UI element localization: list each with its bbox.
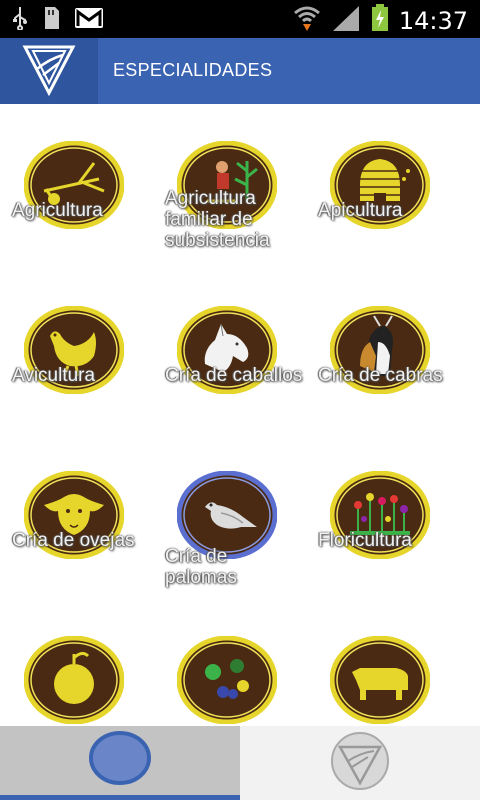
- battery-charging-icon: [371, 4, 389, 37]
- sd-card-icon: [42, 6, 60, 35]
- club-emblem-icon: [21, 41, 77, 102]
- tab-specialties[interactable]: [0, 726, 240, 800]
- usb-icon: [12, 6, 28, 35]
- specialty-item-avicultura[interactable]: Avicultura: [0, 269, 160, 434]
- specialty-label: Apicultura: [318, 200, 403, 221]
- specialty-item-floricultura[interactable]: Floricultura: [306, 434, 466, 599]
- specialty-item-fruit[interactable]: [0, 599, 160, 726]
- specialty-label: Cría de ovejas: [12, 530, 135, 551]
- gmail-icon: [74, 6, 104, 35]
- specialty-item-cria-palomas[interactable]: Cría de palomas: [153, 434, 313, 599]
- specialty-label: Avicultura: [12, 365, 96, 386]
- specialty-item-agricultura-familiar[interactable]: Agricultura familiar de subsistencia: [153, 104, 313, 269]
- vegetables-icon: [177, 636, 277, 724]
- specialty-item-agricultura[interactable]: Agricultura: [0, 104, 160, 269]
- wifi-icon: [293, 5, 321, 36]
- specialty-label: Floricultura: [318, 530, 412, 551]
- specialty-label: Agricultura familiar de subsistencia: [165, 188, 270, 251]
- app-logo[interactable]: [0, 38, 98, 104]
- signal-icon: [331, 4, 361, 37]
- specialty-label: Cría de caballos: [165, 365, 303, 386]
- fruit-icon: [24, 636, 124, 724]
- specialty-item-cria-caballos[interactable]: Cría de caballos: [153, 269, 313, 434]
- specialty-item-apicultura[interactable]: Apicultura: [306, 104, 466, 269]
- specialty-item-cattle[interactable]: [306, 599, 466, 726]
- circle-badge-icon: [88, 730, 152, 791]
- app-header: ESPECIALIDADES: [0, 38, 480, 104]
- specialties-grid: Agricultura Agricultura familiar de subs…: [0, 104, 480, 726]
- specialty-item-cria-ovejas[interactable]: Cría de ovejas: [0, 434, 160, 599]
- bottom-tab-bar: [0, 726, 480, 800]
- status-bar: 14:37: [0, 0, 480, 38]
- specialty-item-cria-cabras[interactable]: Cría de cabras: [306, 269, 466, 434]
- specialty-label: Cría de cabras: [318, 365, 443, 386]
- specialty-label: Agricultura: [12, 200, 103, 221]
- cattle-icon: [330, 636, 430, 724]
- specialty-item-vegetables[interactable]: [153, 599, 313, 726]
- specialty-label: Cría de palomas: [165, 546, 237, 588]
- tab-emblem[interactable]: [240, 726, 480, 800]
- club-emblem-icon: [328, 731, 392, 796]
- page-title: ESPECIALIDADES: [113, 60, 273, 80]
- clock: 14:37: [398, 6, 468, 35]
